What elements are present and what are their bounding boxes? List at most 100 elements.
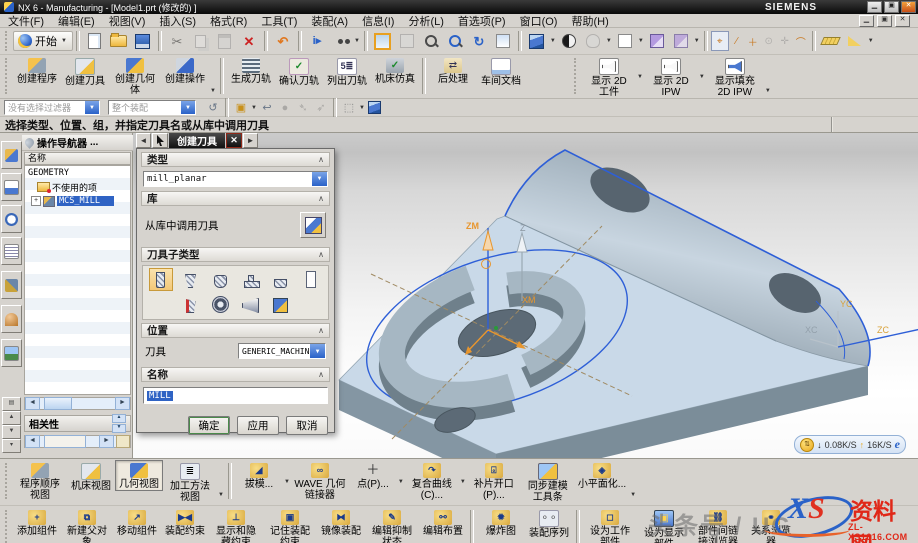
chevron-down-icon[interactable]: ▼ <box>460 479 466 485</box>
doc-minimize-button[interactable]: ▁ <box>859 15 874 27</box>
dependencies-header[interactable]: 相关性 ▲ ▼ <box>24 415 131 432</box>
refresh-window-button[interactable] <box>491 29 515 53</box>
menu-information[interactable]: 信息(I) <box>362 13 394 29</box>
menu-analysis[interactable]: 分析(L) <box>408 13 443 29</box>
apply-button[interactable]: 应用 <box>237 416 279 435</box>
navigator-hscrollbar[interactable]: ◄ ► <box>24 397 131 410</box>
fit-view-button[interactable] <box>371 29 395 53</box>
chevron-down-icon[interactable]: ▼ <box>638 38 644 44</box>
details-tab[interactable] <box>1 237 22 265</box>
collapse-icon[interactable]: ∧ <box>318 155 324 164</box>
tools-palette-tab[interactable] <box>1 271 22 299</box>
create-operation-button[interactable]: 创建操作 <box>161 55 209 86</box>
browser-icon[interactable]: e <box>895 437 900 452</box>
chevron-down-icon[interactable]: ▼ <box>694 38 700 44</box>
menu-help[interactable]: 帮助(H) <box>571 13 608 29</box>
menu-assemblies[interactable]: 装配(A) <box>311 13 348 29</box>
new-part-button[interactable] <box>83 29 107 53</box>
intersection-snap-button[interactable]: ✛ <box>777 32 793 50</box>
subtype-machine-head-button[interactable] <box>269 293 293 316</box>
select-handle-button[interactable]: ➶ <box>312 100 330 116</box>
doc-close-button[interactable]: ✕ <box>895 15 910 27</box>
subtype-end-mill-button[interactable] <box>149 268 173 291</box>
menu-file[interactable]: 文件(F) <box>8 13 44 29</box>
chevron-down-icon[interactable]: ▼ <box>637 74 643 80</box>
copy-button[interactable] <box>189 29 213 53</box>
maximize-button[interactable]: ▣ <box>884 1 899 13</box>
menu-edit[interactable]: 编辑(E) <box>58 13 95 29</box>
clip-section-button[interactable] <box>645 29 669 53</box>
chevron-down-icon[interactable]: ▼ <box>312 172 327 186</box>
panel-dock-button[interactable]: ▤ <box>2 397 21 411</box>
dialog-back-button[interactable]: ◄ <box>136 133 151 148</box>
dialog-tab[interactable]: 创建刀具 <box>169 133 225 148</box>
remember-constraints-button[interactable]: ▣记住装配约束 <box>263 507 317 543</box>
dependencies-hscrollbar[interactable]: ◄ ► <box>24 435 131 448</box>
program-order-view-button[interactable]: 程序顺序视图 <box>13 460 67 502</box>
menu-view[interactable]: 视图(V) <box>109 13 146 29</box>
subtype-t-cutter-button[interactable] <box>239 268 263 291</box>
roles-tab[interactable] <box>1 305 22 333</box>
chevron-down-icon[interactable]: ▼ <box>359 105 365 111</box>
tree-row-mcs-mill[interactable]: + MCS_MILL <box>25 194 130 208</box>
move-component-button[interactable]: ↗移动组件 <box>113 507 161 538</box>
chevron-down-icon[interactable]: ▼ <box>218 492 224 498</box>
edit-suppression-button[interactable]: ✎编辑抑制状态 <box>365 507 419 543</box>
tool-name-input[interactable]: MILL <box>143 387 328 404</box>
chevron-down-icon[interactable]: ▼ <box>550 38 556 44</box>
close-button[interactable]: ✕ <box>901 1 916 13</box>
chevron-down-icon[interactable]: ▼ <box>210 88 216 94</box>
point-button[interactable]: ＋点(P)... <box>349 460 397 491</box>
show-2d-ipw-button[interactable]: 显示 2D IPW <box>644 55 698 99</box>
type-combo[interactable]: mill_planar ▼ <box>143 171 328 187</box>
collapse-icon[interactable]: ∧ <box>318 194 324 203</box>
subtype-cone-mill-button[interactable] <box>239 293 263 316</box>
zoom-button[interactable] <box>419 29 443 53</box>
arc-center-snap-button[interactable]: ⊙ <box>761 32 777 50</box>
tree-row-unused[interactable]: 不使用的项 <box>25 180 130 194</box>
menu-tools[interactable]: 工具(T) <box>261 13 297 29</box>
dialog-forward-button[interactable]: ► <box>243 133 258 148</box>
collapse-icon[interactable]: ∧ <box>318 326 324 335</box>
add-component-button[interactable]: +添加组件 <box>13 507 61 538</box>
spin-down-icon[interactable]: ▼ <box>112 424 126 433</box>
name-column-header[interactable]: 名称 <box>24 152 131 165</box>
reverse-select-button[interactable]: ↩ <box>258 100 276 116</box>
location-section-header[interactable]: 位置∧ <box>141 323 330 338</box>
verify-toolpath-button[interactable]: ✓确认刀轨 <box>275 55 323 88</box>
tree-row-geometry[interactable]: GEOMETRY <box>25 166 130 180</box>
create-tool-button[interactable]: 创建刀具 <box>61 55 109 88</box>
subtype-face-mill-button[interactable] <box>269 268 293 291</box>
shaded-select-button[interactable] <box>366 100 384 116</box>
navigator-more[interactable]: ... <box>90 137 98 148</box>
mcs-origin-point[interactable] <box>494 326 498 330</box>
subtype-ball-mill-button[interactable] <box>209 268 233 291</box>
object-info-button[interactable]: i▸ <box>305 29 329 53</box>
subtype-section-header[interactable]: 刀具子类型∧ <box>141 247 330 262</box>
wave-geometry-linker-button[interactable]: ∞WAVE 几何链接器 <box>291 460 349 502</box>
menu-preferences[interactable]: 首选项(P) <box>458 13 506 29</box>
chevron-down-icon[interactable]: ▼ <box>606 38 612 44</box>
show-hide-constraints-button[interactable]: ⊥显示和隐藏约束 <box>209 507 263 543</box>
list-toolpath-button[interactable]: 5≣列出刀轨 <box>323 55 371 88</box>
postprocess-button[interactable]: ⇄后处理 <box>429 55 477 86</box>
geometry-view-button[interactable]: 几何视图 <box>115 460 163 491</box>
highlight-select-button[interactable]: ▣ <box>232 100 250 116</box>
subtype-index-wheel-button[interactable] <box>209 293 233 316</box>
subtype-5-axis-mill-button[interactable] <box>179 293 203 316</box>
cut-button[interactable]: ✂ <box>165 29 189 53</box>
snap-point-button[interactable]: ⌖ <box>711 31 729 51</box>
delete-button[interactable]: ✕ <box>237 29 261 53</box>
scroll-right-icon[interactable]: ► <box>115 397 130 410</box>
library-section-header[interactable]: 库∧ <box>141 191 330 206</box>
open-button[interactable] <box>107 29 131 53</box>
collapse-icon[interactable]: ∧ <box>318 250 324 259</box>
rectangle-select-button[interactable]: ⬚ <box>340 100 358 116</box>
mirror-assembly-button[interactable]: ⧓镜像装配 <box>317 507 365 538</box>
menu-window[interactable]: 窗口(O) <box>520 13 558 29</box>
find-button[interactable] <box>329 29 353 53</box>
retrieve-tool-from-library-button[interactable] <box>300 212 326 238</box>
point-on-curve-snap-button[interactable]: ⌒ <box>793 32 809 50</box>
menu-insert[interactable]: 插入(S) <box>159 13 196 29</box>
create-program-button[interactable]: 创建程序 <box>13 55 61 86</box>
